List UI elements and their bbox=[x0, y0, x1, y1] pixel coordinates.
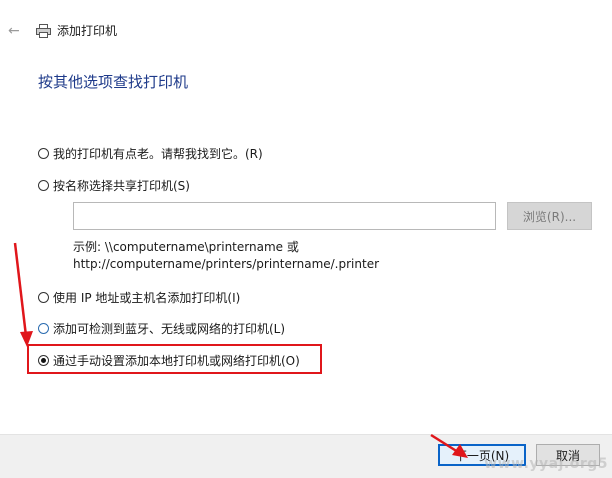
radio-button[interactable] bbox=[38, 148, 49, 159]
window-title-bar: 添加打印机 bbox=[36, 22, 117, 39]
example-line-2: http://computername/printers/printername… bbox=[73, 257, 380, 271]
option-label: 使用 IP 地址或主机名添加打印机(I) bbox=[53, 291, 241, 305]
annotation-arrow-icon bbox=[13, 242, 33, 347]
example-text: 示例: \\computername\printername 或 http://… bbox=[73, 239, 379, 273]
option-shared-printer[interactable]: 按名称选择共享打印机(S) bbox=[38, 177, 190, 194]
option-label: 添加可检测到蓝牙、无线或网络的打印机(L) bbox=[53, 322, 286, 336]
radio-button[interactable] bbox=[38, 292, 49, 303]
page-heading: 按其他选项查找打印机 bbox=[38, 73, 189, 91]
radio-button[interactable] bbox=[38, 180, 49, 191]
radio-button[interactable] bbox=[38, 323, 49, 334]
printer-icon bbox=[36, 23, 51, 38]
option-label: 我的打印机有点老。请帮我找到它。(R) bbox=[53, 147, 263, 161]
annotation-highlight-box bbox=[27, 344, 322, 374]
option-bluetooth-wireless[interactable]: 添加可检测到蓝牙、无线或网络的打印机(L) bbox=[38, 320, 285, 337]
window-title: 添加打印机 bbox=[57, 24, 118, 38]
example-line-1: 示例: \\computername\printername 或 bbox=[73, 240, 299, 254]
shared-printer-name-input[interactable] bbox=[73, 202, 496, 230]
option-old-printer[interactable]: 我的打印机有点老。请帮我找到它。(R) bbox=[38, 145, 263, 162]
option-label: 按名称选择共享打印机(S) bbox=[53, 179, 190, 193]
back-arrow-icon[interactable]: ← bbox=[8, 24, 22, 38]
browse-button[interactable]: 浏览(R)... bbox=[507, 202, 592, 230]
watermark: www.yyaj.org5 bbox=[484, 456, 608, 472]
option-ip-address[interactable]: 使用 IP 地址或主机名添加打印机(I) bbox=[38, 289, 240, 306]
